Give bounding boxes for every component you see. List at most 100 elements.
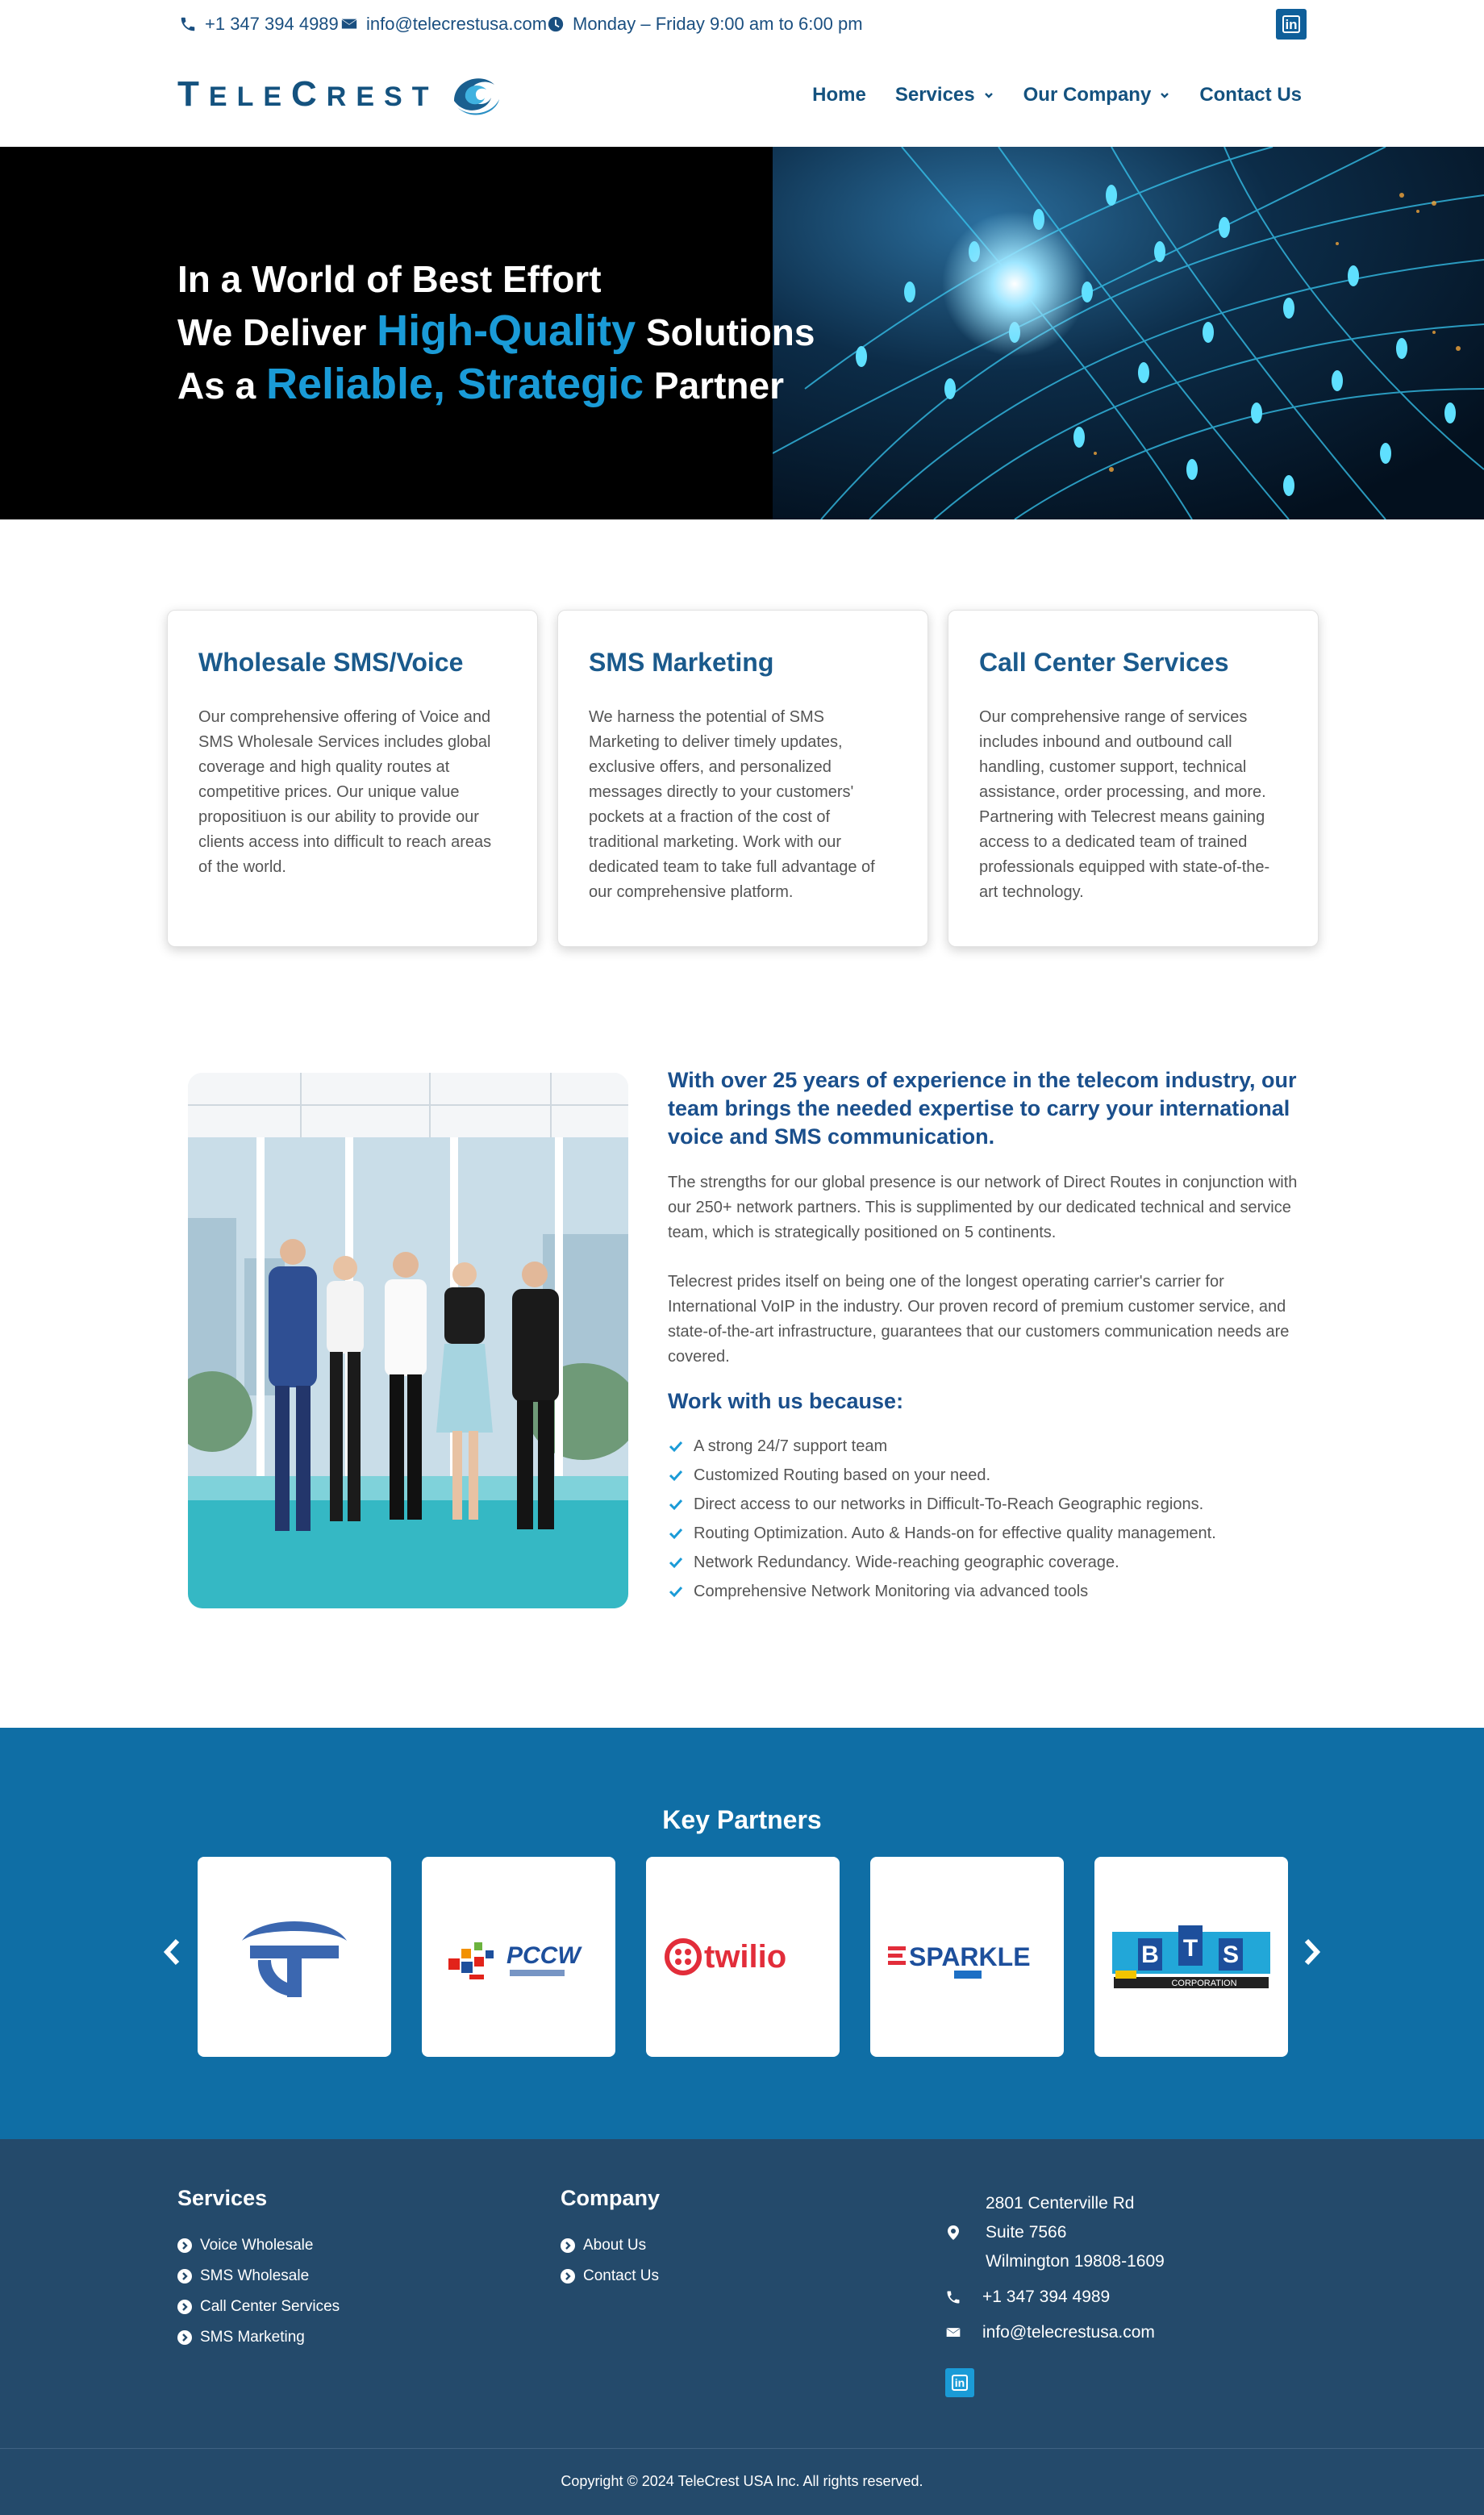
chevron-down-icon — [984, 93, 993, 98]
partner-logo-sparkle[interactable]: SPARKLE — [870, 1857, 1064, 2057]
footer-link-call-center[interactable]: Call Center Services — [177, 2292, 340, 2322]
partner-logo-pccw[interactable]: PCCW — [422, 1857, 615, 2057]
chevron-circle-right-icon — [177, 2330, 192, 2345]
pccw-logo-text: PCCW — [506, 1942, 582, 1969]
logo-wave-icon — [454, 78, 500, 115]
service-card-title: Wholesale SMS/Voice — [198, 648, 464, 677]
footer-company-column: Company About Us Contact Us — [561, 2186, 660, 2292]
logo-text: TELECREST — [177, 74, 439, 114]
partners-title: Key Partners — [662, 1805, 822, 1834]
hero-highlight-quality: High-Quality — [377, 307, 636, 355]
carousel-next-icon[interactable] — [1298, 1936, 1324, 1968]
check-icon — [669, 1470, 683, 1482]
service-card-wholesale[interactable]: Wholesale SMS/Voice Our comprehensive of… — [167, 610, 538, 947]
chevron-circle-right-icon — [561, 2269, 575, 2284]
hero-line-2-a: We Deliver — [177, 311, 377, 353]
check-icon — [669, 1586, 683, 1598]
benefit-text: Network Redundancy. Wide-reaching geogra… — [694, 1554, 1119, 1571]
nav-our-company[interactable]: Our Company — [1023, 84, 1171, 106]
envelope-icon — [946, 2328, 961, 2337]
footer-link-sms-marketing[interactable]: SMS Marketing — [177, 2322, 340, 2353]
linkedin-icon[interactable]: in — [1276, 9, 1307, 40]
phone-icon — [181, 17, 195, 31]
service-card-call-center[interactable]: Call Center Services Our comprehensive r… — [948, 610, 1319, 947]
clock-icon — [548, 16, 564, 32]
service-card-title: SMS Marketing — [589, 648, 774, 677]
footer-link-voice-wholesale[interactable]: Voice Wholesale — [177, 2230, 340, 2261]
list-item: Direct access to our networks in Difficu… — [668, 1490, 1305, 1519]
bts-logo-icon: B T S CORPORATION — [1112, 1925, 1270, 1988]
nav-our-company-label: Our Company — [1023, 84, 1152, 106]
about-paragraph-1: The strengths for our global presence is… — [668, 1174, 1298, 1241]
chevron-circle-right-icon — [177, 2269, 192, 2284]
twilio-logo-icon: twilio — [665, 1938, 786, 1975]
footer-link-sms-wholesale[interactable]: SMS Wholesale — [177, 2261, 340, 2292]
about-heading: With over 25 years of experience in the … — [668, 1068, 1297, 1149]
footer-link-label: Voice Wholesale — [200, 2237, 314, 2254]
logo[interactable]: TELECREST — [177, 66, 504, 123]
footer-link-label: SMS Wholesale — [200, 2267, 310, 2284]
footer-phone-text: +1 347 394 4989 — [982, 2288, 1111, 2306]
footer-contact: 2801 Centerville Rd Suite 7566 Wilmingto… — [945, 2189, 1165, 2397]
footer-linkedin-icon[interactable]: in — [945, 2368, 974, 2397]
footer-email-text: info@telecrestusa.com — [982, 2323, 1155, 2342]
nav-home-label: Home — [812, 84, 866, 106]
footer-link-about-us[interactable]: About Us — [561, 2230, 660, 2261]
list-item: Comprehensive Network Monitoring via adv… — [668, 1577, 1305, 1606]
footer: Services Voice Wholesale SMS Wholesale C… — [0, 2139, 1484, 2515]
chevron-circle-right-icon — [177, 2300, 192, 2314]
main-nav: Home Services Our Company Contact Us — [812, 84, 1302, 106]
check-icon — [669, 1528, 683, 1540]
service-card-title: Call Center Services — [979, 648, 1229, 677]
about-paragraph-2: Telecrest prides itself on being one of … — [668, 1273, 1290, 1366]
benefit-text: Direct access to our networks in Difficu… — [694, 1495, 1204, 1513]
partner-logo-bts[interactable]: B T S CORPORATION — [1094, 1857, 1288, 2057]
footer-phone[interactable]: +1 347 394 4989 — [945, 2283, 1165, 2312]
service-card-text: Our comprehensive offering of Voice and … — [198, 708, 492, 876]
chevron-circle-right-icon — [561, 2238, 575, 2253]
nav-services[interactable]: Services — [895, 84, 994, 106]
services-cards: Wholesale SMS/Voice Our comprehensive of… — [167, 610, 1319, 947]
service-card-sms-marketing[interactable]: SMS Marketing We harness the potential o… — [557, 610, 928, 947]
sparkle-logo-text: SPARKLE — [909, 1942, 1031, 1971]
hero-line-2-b: Solutions — [636, 311, 815, 353]
address-line-3: Wilmington 19808-1609 — [986, 2252, 1165, 2271]
list-item: Customized Routing based on your need. — [668, 1461, 1305, 1490]
list-item: Network Redundancy. Wide-reaching geogra… — [668, 1548, 1305, 1577]
carousel-prev-icon[interactable] — [160, 1936, 186, 1968]
footer-email[interactable]: info@telecrestusa.com — [945, 2318, 1165, 2347]
footer-link-label: Contact Us — [583, 2267, 659, 2284]
hero-line-2: We Deliver High-Quality Solutions — [177, 305, 815, 358]
nav-home[interactable]: Home — [812, 84, 866, 106]
benefit-text: Comprehensive Network Monitoring via adv… — [694, 1583, 1089, 1600]
benefit-text: Routing Optimization. Auto & Hands-on fo… — [694, 1524, 1216, 1542]
partner-logo-twilio[interactable]: twilio — [646, 1857, 840, 2057]
partner-logo-china-telecom[interactable] — [198, 1857, 391, 2057]
chevron-down-icon — [1161, 93, 1169, 98]
team-photo — [188, 1073, 628, 1608]
nav-contact-us[interactable]: Contact Us — [1199, 84, 1302, 106]
envelope-icon — [341, 19, 357, 29]
pccw-logo-icon: PCCW — [448, 1942, 582, 1979]
hero-line-3-b: Partner — [644, 365, 784, 407]
benefit-text: Customized Routing based on your need. — [694, 1466, 991, 1484]
list-item: A strong 24/7 support team — [668, 1432, 1305, 1461]
footer-link-label: About Us — [583, 2237, 647, 2254]
nav-services-label: Services — [894, 84, 975, 106]
nav-contact-us-label: Contact Us — [1199, 84, 1302, 106]
partners-carousel: PCCW twilio SPARKLE B T S CORPORATION — [198, 1857, 1288, 2057]
benefits-list: A strong 24/7 support team Customized Ro… — [668, 1432, 1305, 1606]
topbar-email[interactable]: info@telecrestusa.com — [340, 11, 547, 37]
topbar-phone[interactable]: +1 347 394 4989 — [179, 11, 339, 37]
footer-link-contact-us[interactable]: Contact Us — [561, 2261, 660, 2292]
service-card-text: We harness the potential of SMS Marketin… — [589, 708, 875, 901]
hero-line-1: In a World of Best Effort — [177, 258, 602, 300]
footer-divider — [0, 2448, 1484, 2449]
copyright: Copyright © 2024 TeleCrest USA Inc. All … — [561, 2473, 923, 2489]
footer-services-title: Services — [177, 2186, 268, 2210]
list-item: Routing Optimization. Auto & Hands-on fo… — [668, 1519, 1305, 1548]
check-icon — [669, 1557, 683, 1569]
twilio-logo-text: twilio — [704, 1939, 786, 1975]
check-icon — [669, 1441, 683, 1453]
hero-line-3-a: As a — [177, 365, 266, 407]
